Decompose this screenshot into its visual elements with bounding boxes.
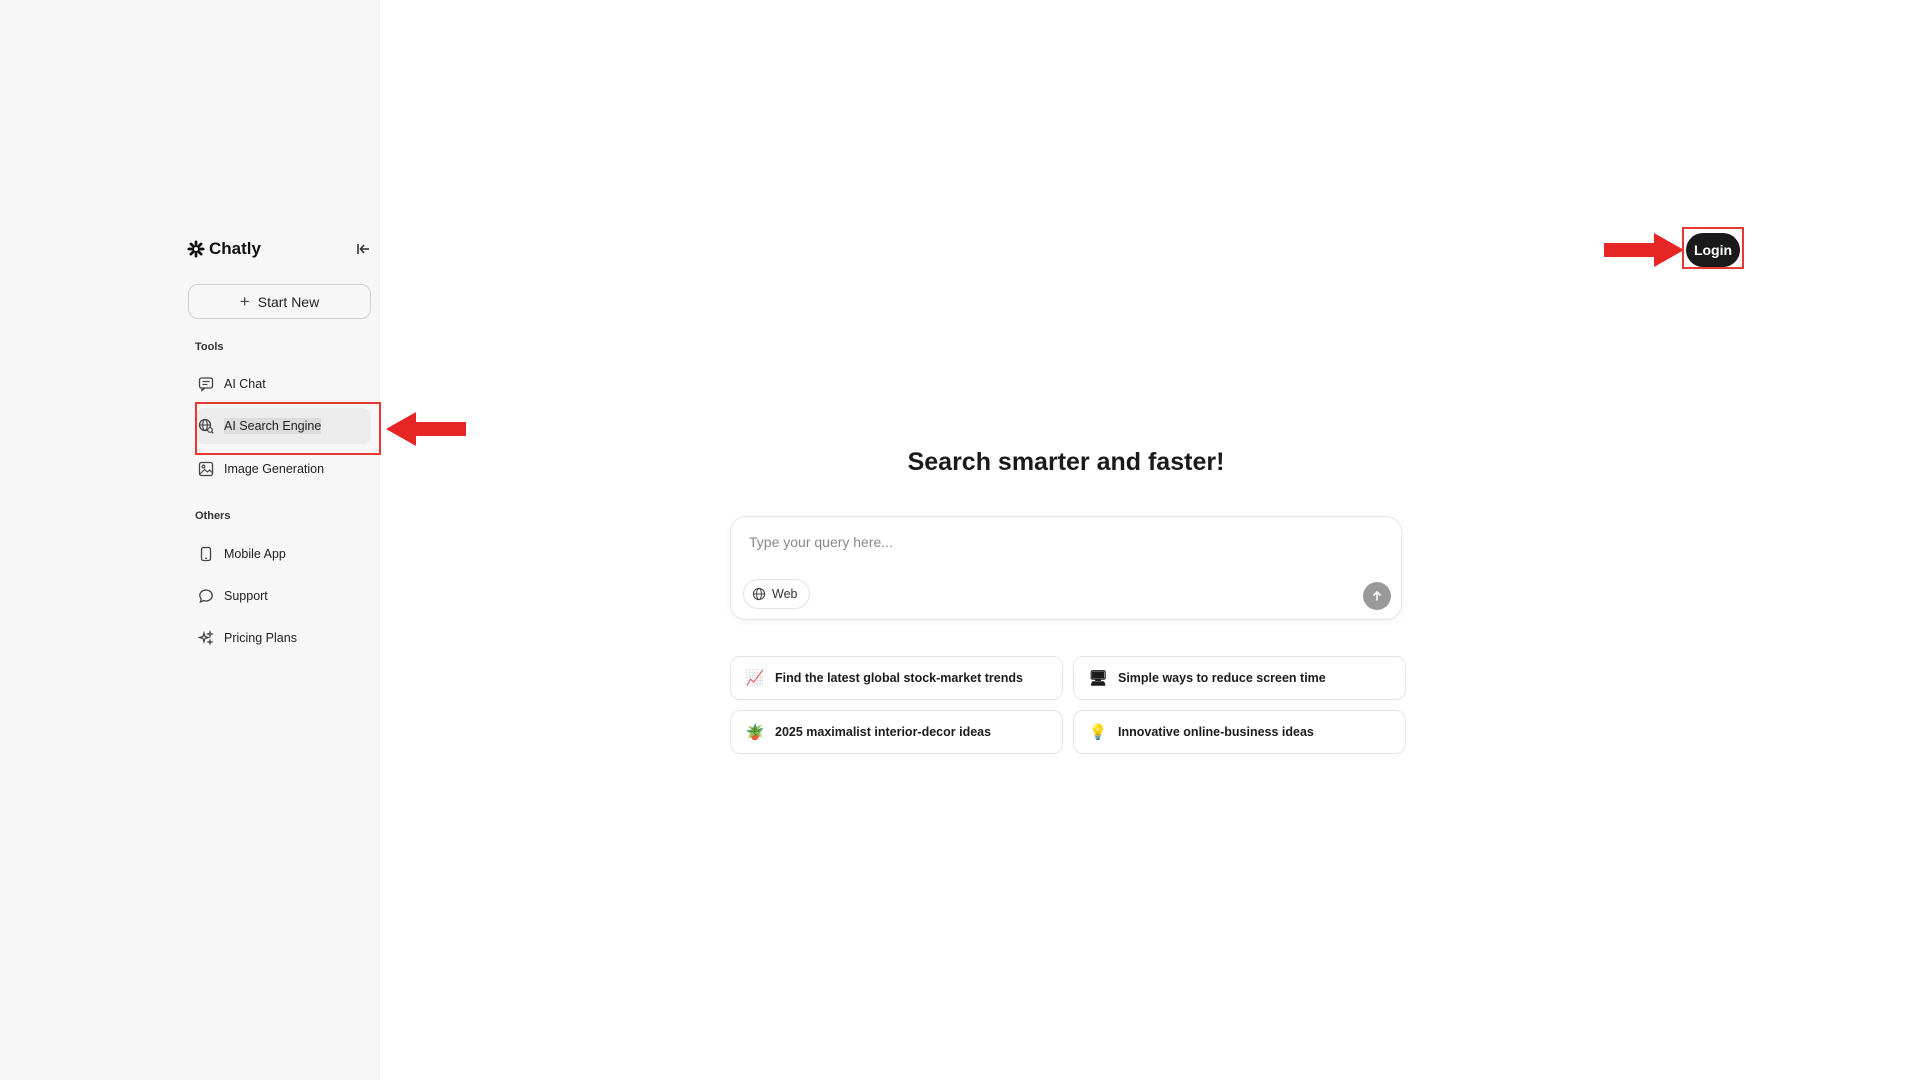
suggestion-chip[interactable]: 📈 Find the latest global stock-market tr… [730, 656, 1063, 700]
image-icon [198, 461, 214, 477]
suggestion-label: Find the latest global stock-market tren… [775, 671, 1023, 685]
annotation-arrow-right-icon [1604, 233, 1684, 267]
suggestion-label: Innovative online-business ideas [1118, 725, 1314, 739]
chat-bubble-icon [198, 377, 214, 392]
chart-emoji-icon: 📈 [745, 669, 765, 687]
sidebar-item-label: Pricing Plans [224, 631, 297, 645]
suggestion-label: 2025 maximalist interior-decor ideas [775, 725, 992, 739]
sidebar-item-support[interactable]: Support [196, 578, 371, 614]
suggestion-chip[interactable]: 🪴 2025 maximalist interior-decor ideas [730, 710, 1063, 754]
sidebar-item-mobile-app[interactable]: Mobile App [196, 536, 371, 572]
page-title: Search smarter and faster! [907, 448, 1225, 476]
start-new-button[interactable]: + Start New [188, 284, 371, 319]
sidebar-item-label: Image Generation [224, 462, 325, 476]
collapse-left-icon [357, 244, 369, 254]
send-button[interactable] [1363, 582, 1391, 610]
brand-name: Chatly [209, 239, 261, 258]
web-mode-toggle[interactable]: Web [743, 579, 811, 609]
login-button[interactable]: Login [1686, 233, 1740, 267]
sidebar-item-label: AI Chat [224, 377, 266, 391]
sidebar-item-image-generation[interactable]: Image Generation [196, 451, 371, 487]
sidebar: Chatly + Start New Tools AI Chat AI Sear… [0, 0, 380, 1080]
collapse-sidebar-button[interactable] [352, 238, 374, 260]
plus-icon: + [239, 292, 250, 311]
monitor-emoji-icon: 🖥 [1088, 669, 1108, 687]
sidebar-item-ai-chat[interactable]: AI Chat [196, 366, 371, 402]
arrow-up-icon [1372, 590, 1382, 601]
start-new-label: Start New [257, 293, 320, 310]
sparkles-icon [198, 630, 214, 646]
annotation-arrow-left-icon [386, 412, 466, 446]
suggestion-label: Simple ways to reduce screen time [1118, 671, 1326, 685]
sidebar-item-label: AI Search Engine [224, 418, 322, 434]
sidebar-item-label: Support [224, 589, 268, 603]
suggestion-chip[interactable]: 💡 Innovative online-business ideas [1073, 710, 1406, 754]
search-card: Web [730, 516, 1402, 620]
idea-emoji-icon: 💡 [1088, 723, 1108, 741]
web-mode-label: Web [772, 587, 798, 601]
tools-heading: Tools [195, 341, 224, 353]
speech-bubble-icon [199, 589, 213, 604]
plant-emoji-icon: 🪴 [745, 723, 765, 741]
globe-search-icon [198, 418, 214, 434]
sidebar-item-label: Mobile App [224, 547, 286, 561]
chatly-logo-icon [187, 240, 205, 258]
search-input[interactable] [749, 531, 1369, 553]
phone-icon [200, 546, 212, 562]
sidebar-item-ai-search-engine[interactable]: AI Search Engine [196, 408, 371, 444]
sidebar-item-pricing-plans[interactable]: Pricing Plans [196, 620, 371, 656]
globe-icon [752, 587, 766, 601]
others-heading: Others [195, 510, 231, 522]
brand-logo[interactable]: Chatly [187, 239, 261, 259]
suggestion-chip[interactable]: 🖥 Simple ways to reduce screen time [1073, 656, 1406, 700]
